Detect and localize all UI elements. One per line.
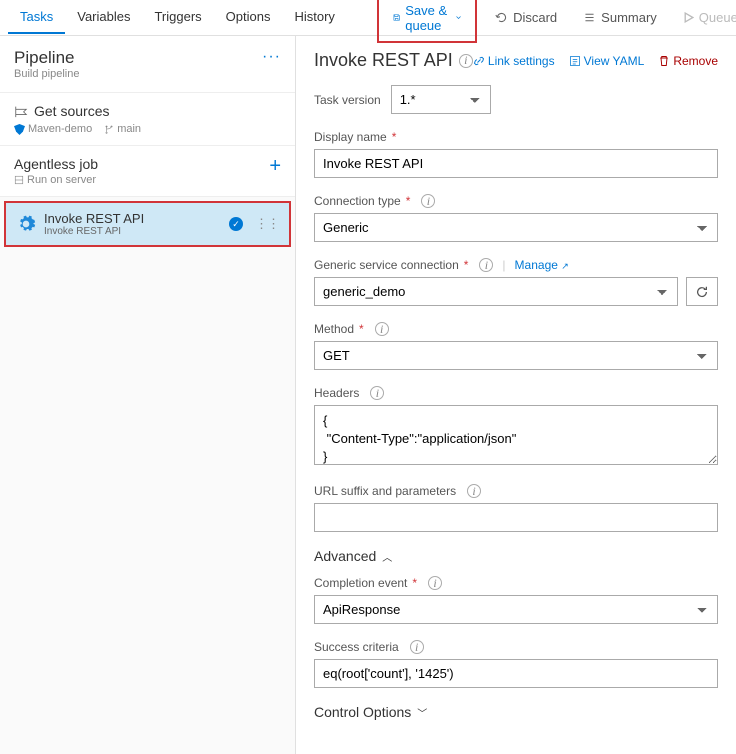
refresh-connections-button[interactable] <box>686 277 718 306</box>
method-label: Method <box>314 322 354 336</box>
task-subtitle: Invoke REST API <box>44 226 221 237</box>
azure-repo-icon <box>14 124 25 135</box>
pipeline-title: Pipeline <box>14 48 79 68</box>
pipeline-header[interactable]: Pipeline Build pipeline ··· <box>0 36 295 93</box>
tab-variables[interactable]: Variables <box>65 1 142 34</box>
external-link-icon: ↗ <box>561 261 569 271</box>
link-icon <box>473 55 485 67</box>
drag-handle[interactable]: ⋮⋮ <box>255 221 279 228</box>
service-connection-info[interactable]: i <box>479 258 493 272</box>
invoke-rest-api-task[interactable]: Invoke REST API Invoke REST API ✓ ⋮⋮ <box>4 201 291 247</box>
chevron-down-icon: ﹀ <box>417 705 427 720</box>
discard-label: Discard <box>513 10 557 25</box>
summary-label: Summary <box>601 10 657 25</box>
task-title: Invoke REST API <box>44 211 221 226</box>
view-yaml-button[interactable]: View YAML <box>569 54 645 68</box>
refresh-icon <box>695 285 709 299</box>
server-icon <box>14 175 24 185</box>
task-status-badge: ✓ <box>229 217 243 231</box>
queue-label: Queue <box>699 10 736 25</box>
success-criteria-input[interactable] <box>314 659 718 688</box>
chevron-up-icon: ︿ <box>382 549 392 564</box>
save-label: Save & queue <box>405 3 451 33</box>
title-info-icon[interactable]: i <box>459 54 473 68</box>
advanced-section-toggle[interactable]: Advanced︿ <box>314 548 718 564</box>
save-icon <box>393 11 400 24</box>
headers-textarea[interactable]: { "Content-Type":"application/json" } <box>314 405 718 465</box>
url-suffix-label: URL suffix and parameters <box>314 484 456 498</box>
chevron-down-icon <box>456 13 461 22</box>
discard-button[interactable]: Discard <box>487 5 565 30</box>
success-criteria-info[interactable]: i <box>410 640 424 654</box>
display-name-label: Display name <box>314 130 387 144</box>
gear-icon <box>16 214 36 234</box>
agentless-job-header[interactable]: Agentless job Run on server + <box>0 146 295 197</box>
control-options-toggle[interactable]: Control Options﹀ <box>314 704 718 720</box>
manage-link[interactable]: Manage ↗ <box>515 258 569 272</box>
right-panel: Invoke REST API i Link settings View YAM… <box>296 36 736 754</box>
list-icon <box>583 11 596 24</box>
left-panel: Pipeline Build pipeline ··· Get sources … <box>0 36 296 754</box>
link-settings-button[interactable]: Link settings <box>473 54 555 68</box>
connection-type-info[interactable]: i <box>421 194 435 208</box>
summary-button[interactable]: Summary <box>575 5 665 30</box>
get-sources-section[interactable]: Get sources Maven-demo main <box>0 93 295 146</box>
url-suffix-info[interactable]: i <box>467 484 481 498</box>
tab-triggers[interactable]: Triggers <box>142 1 213 34</box>
sources-title: Get sources <box>34 103 109 119</box>
pipeline-tabs: Tasks Variables Triggers Options History <box>8 1 347 34</box>
completion-event-info[interactable]: i <box>428 576 442 590</box>
job-title: Agentless job <box>14 156 98 172</box>
display-name-input[interactable] <box>314 149 718 178</box>
yaml-icon <box>569 55 581 67</box>
pipeline-more-button[interactable]: ··· <box>262 48 281 66</box>
method-info[interactable]: i <box>375 322 389 336</box>
method-select[interactable]: GET <box>314 341 718 370</box>
task-version-select[interactable]: 1.* <box>391 85 491 114</box>
tab-options[interactable]: Options <box>214 1 283 34</box>
service-connection-label: Generic service connection <box>314 258 459 272</box>
undo-icon <box>495 11 508 24</box>
queue-button: Queue <box>675 5 736 30</box>
branch-tag: main <box>104 123 141 135</box>
panel-title: Invoke REST API <box>314 50 453 71</box>
add-task-button[interactable]: + <box>269 156 281 176</box>
headers-label: Headers <box>314 386 359 400</box>
url-suffix-input[interactable] <box>314 503 718 532</box>
service-connection-select[interactable]: generic_demo <box>314 277 678 306</box>
connection-type-label: Connection type <box>314 194 401 208</box>
headers-info[interactable]: i <box>370 386 384 400</box>
repo-tag: Maven-demo <box>14 123 92 135</box>
tab-tasks[interactable]: Tasks <box>8 1 65 34</box>
remove-button[interactable]: Remove <box>658 54 718 68</box>
pipeline-subtitle: Build pipeline <box>14 68 79 80</box>
branch-icon <box>104 124 114 134</box>
success-criteria-label: Success criteria <box>314 640 399 654</box>
job-subtitle: Run on server <box>14 174 98 186</box>
completion-event-label: Completion event <box>314 576 407 590</box>
trash-icon <box>658 55 670 67</box>
sources-icon <box>14 104 28 118</box>
task-version-label: Task version <box>314 93 381 107</box>
tab-history[interactable]: History <box>282 1 346 34</box>
completion-event-select[interactable]: ApiResponse <box>314 595 718 624</box>
play-icon <box>683 12 694 23</box>
save-and-queue-button[interactable]: Save & queue <box>385 0 469 38</box>
connection-type-select[interactable]: Generic <box>314 213 718 242</box>
